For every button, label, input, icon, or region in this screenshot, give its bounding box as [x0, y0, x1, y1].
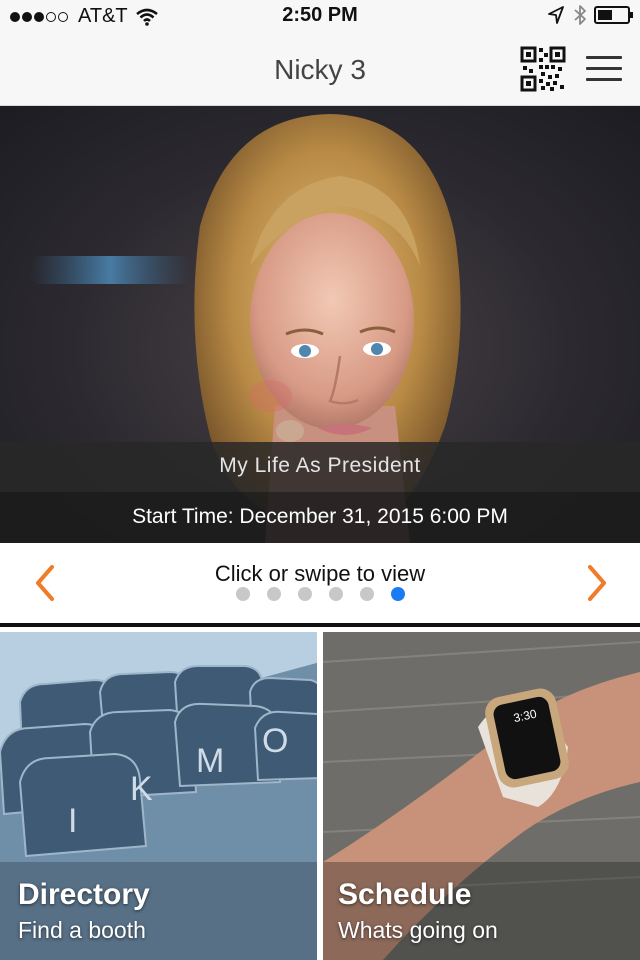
schedule-tile[interactable]: 3:30 Schedule Whats going on	[323, 632, 640, 960]
pager-dot-6[interactable]	[391, 587, 405, 601]
pager-dot-4[interactable]	[329, 587, 343, 601]
svg-text:I: I	[68, 802, 77, 840]
chevron-right-icon[interactable]	[578, 561, 614, 605]
carousel-hint: Click or swipe to view	[214, 561, 426, 586]
hero-title-band: My Life As President	[0, 442, 640, 492]
status-bar: AT&T 2:50 PM	[0, 0, 640, 32]
pager-dot-5[interactable]	[360, 587, 374, 601]
feature-tiles: I K M O Directory Find a booth 3:30 Sche…	[0, 632, 640, 960]
location-arrow-icon	[548, 6, 564, 24]
carousel-controls: Click or swipe to view	[0, 543, 640, 623]
schedule-subtitle: Whats going on	[338, 917, 498, 943]
session-start-time: Start Time: December 31, 2015 6:00 PM	[132, 505, 508, 528]
section-divider	[0, 623, 640, 627]
status-time: 2:50 PM	[282, 4, 358, 26]
battery-icon	[594, 6, 633, 24]
svg-text:M: M	[196, 742, 224, 780]
svg-text:K: K	[130, 770, 153, 808]
hamburger-menu-icon[interactable]	[586, 56, 622, 84]
pager-dot-2[interactable]	[267, 587, 281, 601]
pager-dot-3[interactable]	[298, 587, 312, 601]
session-title: My Life As President	[219, 454, 421, 477]
qr-code-icon[interactable]	[520, 46, 566, 92]
svg-text:O: O	[262, 722, 288, 760]
hero-slide[interactable]: My Life As President Start Time: Decembe…	[0, 106, 640, 543]
nav-header: Nicky 3	[0, 32, 640, 106]
bluetooth-icon	[574, 5, 586, 25]
directory-subtitle: Find a booth	[18, 917, 146, 943]
schedule-title: Schedule	[338, 878, 472, 911]
directory-title: Directory	[18, 878, 150, 911]
hero-time-band: Start Time: December 31, 2015 6:00 PM	[0, 492, 640, 543]
carousel-pager[interactable]	[236, 587, 422, 601]
status-right	[548, 4, 633, 26]
directory-tile[interactable]: I K M O Directory Find a booth	[0, 632, 317, 960]
pager-dot-1[interactable]	[236, 587, 250, 601]
